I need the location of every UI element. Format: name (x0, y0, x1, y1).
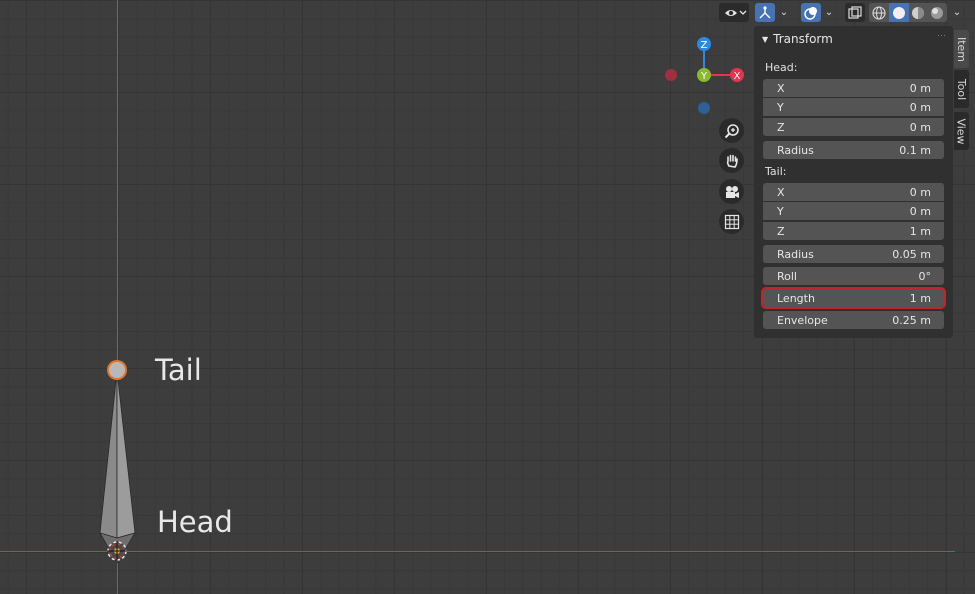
visibility-button[interactable] (719, 3, 749, 22)
zoom-button[interactable] (719, 118, 744, 143)
tab-tool[interactable]: Tool (954, 70, 969, 108)
field-value: 0.05 m (892, 247, 931, 261)
head-z-field[interactable]: Z 0 m (763, 118, 944, 136)
pan-hand-icon (726, 154, 738, 168)
tail-x-field[interactable]: X 0 m (763, 183, 944, 201)
visibility-icon (725, 9, 747, 16)
bone-octahedral[interactable] (90, 355, 150, 570)
field-label: Z (777, 120, 785, 134)
head-radius-field[interactable]: Radius 0.1 m (763, 141, 944, 159)
gizmo-x-label: X (734, 71, 741, 82)
gizmo-icon (759, 5, 771, 18)
tail-section-label: Tail: (765, 165, 787, 178)
head-section-label: Head: (765, 61, 798, 74)
grid-icon (724, 214, 739, 229)
material-shading-button[interactable] (909, 3, 927, 22)
tail-label: Tail (155, 353, 202, 387)
field-label: Envelope (777, 313, 828, 327)
field-value: 0 m (909, 185, 931, 199)
head-x-field[interactable]: X 0 m (763, 79, 944, 97)
field-value: 1 m (909, 291, 931, 305)
gizmo-toggle-button[interactable] (755, 3, 775, 22)
field-value: 0 m (909, 120, 931, 134)
field-value: 1 m (909, 224, 931, 238)
gizmo-z-label: Z (701, 40, 708, 51)
gizmo-y-label: Y (700, 71, 708, 82)
gizmo-neg-x-icon (665, 69, 677, 81)
panel-header[interactable]: ▼ Transform (762, 32, 833, 46)
field-value: 0° (918, 269, 932, 283)
head-label: Head (157, 505, 233, 539)
length-field[interactable]: Length 1 m (761, 287, 946, 309)
xray-icon (848, 5, 862, 19)
field-label: Radius (777, 143, 814, 157)
tail-radius-field[interactable]: Radius 0.05 m (763, 245, 944, 263)
gizmo-dropdown-chevron-icon[interactable]: ⌄ (777, 3, 791, 22)
overlay-dropdown-chevron-icon[interactable]: ⌄ (822, 3, 836, 22)
field-value: 0 m (909, 81, 931, 95)
panel-title: Transform (773, 32, 833, 46)
material-shading-icon (912, 6, 924, 19)
shading-dropdown-chevron-icon[interactable]: ⌄ (950, 3, 964, 22)
navigation-gizmo[interactable]: Z X Y (660, 34, 752, 118)
wireframe-shading-button[interactable] (869, 3, 889, 22)
rendered-shading-icon (931, 6, 943, 19)
rendered-shading-button[interactable] (927, 3, 947, 22)
tab-view[interactable]: View (954, 112, 969, 150)
ortho-toggle-button[interactable] (719, 209, 744, 234)
roll-field[interactable]: Roll 0° (763, 267, 944, 285)
solid-shading-button[interactable] (889, 3, 909, 22)
field-label: Y (777, 204, 784, 218)
field-value: 0 m (909, 204, 931, 218)
field-label: Radius (777, 247, 814, 261)
field-label: Length (777, 291, 815, 305)
envelope-field[interactable]: Envelope 0.25 m (763, 311, 944, 329)
field-value: 0 m (909, 100, 931, 114)
tab-item[interactable]: Item (954, 30, 969, 68)
field-label: Z (777, 224, 785, 238)
field-value: 0.1 m (899, 143, 931, 157)
gizmo-neg-z-icon (698, 102, 710, 114)
solid-shading-icon (893, 6, 905, 19)
overlay-toggle-button[interactable] (801, 3, 821, 22)
field-label: X (777, 185, 785, 199)
camera-view-button[interactable] (719, 179, 744, 204)
drag-grip-icon[interactable] (937, 34, 947, 38)
zoom-icon (724, 123, 739, 138)
pan-button[interactable] (719, 148, 744, 173)
field-label: Roll (777, 269, 797, 283)
field-value: 0.25 m (892, 313, 931, 327)
head-y-field[interactable]: Y 0 m (763, 98, 944, 116)
wireframe-shading-icon (872, 5, 886, 20)
overlay-icon (804, 6, 817, 20)
camera-icon (725, 185, 739, 198)
tail-z-field[interactable]: Z 1 m (763, 222, 944, 240)
collapse-triangle-icon: ▼ (762, 35, 769, 44)
field-label: Y (777, 100, 784, 114)
field-label: X (777, 81, 785, 95)
xray-toggle-button[interactable] (845, 3, 865, 22)
tail-y-field[interactable]: Y 0 m (763, 202, 944, 220)
